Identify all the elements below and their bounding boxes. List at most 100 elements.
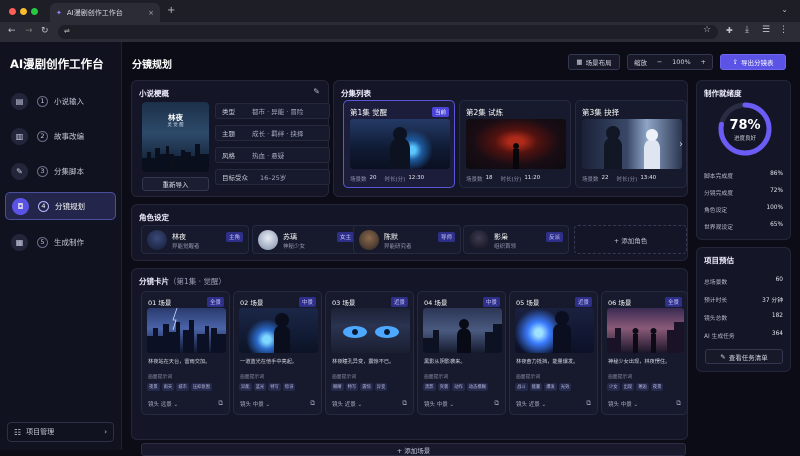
step-number: 1 <box>37 95 48 107</box>
tab-list-icon[interactable]: ⌄ <box>781 5 788 14</box>
zoom-in-button[interactable]: + <box>701 58 706 66</box>
scene-count: 18 <box>485 175 493 181</box>
character-card-yingxiao[interactable]: 影枭 组织首领 反派 <box>463 225 569 254</box>
shot-select[interactable]: 镜头 中景 ⌄ <box>608 400 638 408</box>
copy-icon[interactable]: ⧉ <box>494 399 499 408</box>
scene-thumbnail <box>607 308 684 353</box>
readiness-label: 进度良好 <box>733 136 756 142</box>
book-open-icon: ▤ <box>11 92 28 110</box>
character-card-suli[interactable]: 苏璃 神秘少女 女主 <box>252 225 360 254</box>
copy-icon[interactable]: ⧉ <box>676 399 681 408</box>
copy-icon[interactable]: ⧉ <box>402 399 407 408</box>
scene-label: 05 场景 <box>516 299 540 307</box>
scene-card-06[interactable]: 06 场景 全景 神秘少女出现，林夜愣住。 画面提示词 少女 出现 邂逅 夜景 … <box>601 291 688 415</box>
copy-icon[interactable]: ⧉ <box>586 399 591 408</box>
browser-tab[interactable]: ✦ AI漫剧创作工作台 × <box>50 3 160 22</box>
copy-icon[interactable]: ⧉ <box>310 399 315 408</box>
shot-select[interactable]: 镜头 中景 ⌄ <box>424 400 454 408</box>
sidebar: AI漫剧创作工作台 ▤ 1 小说输入 ▥ 2 故事改编 ✎ 3 分集脚本 ◘ 4… <box>0 42 122 450</box>
shot-badge: 全景 <box>664 297 682 307</box>
reimport-button[interactable]: 重新导入 <box>142 177 209 191</box>
row-value: 60 <box>775 277 783 283</box>
episode-thumbnail <box>582 119 682 169</box>
scene-label: 04 场景 <box>424 299 448 307</box>
scene-label: 03 场景 <box>332 299 356 307</box>
menu-icon[interactable]: ☰ <box>762 25 770 35</box>
scene-count-label: 场景数 <box>350 177 367 183</box>
zoom-out-button[interactable]: − <box>657 58 662 66</box>
scene-description: 黑影从阴影袭来。 <box>424 359 466 365</box>
sidebar-item-storyboard[interactable]: ◘ 4 分镜规划 <box>5 192 116 220</box>
character-card-chenmo[interactable]: 陈默 异能研究者 导师 <box>353 225 461 254</box>
prompt-tags: 黑影 突袭 动作 动态模糊 <box>423 383 488 391</box>
scene-card-01[interactable]: 01 场景 全景 林夜站在天台，雷雨交加。 画面提示词 夜景 雨天 城市 压抑氛… <box>141 291 230 415</box>
site-info-icon[interactable]: ⇌ <box>64 27 70 35</box>
prompt-tag: 压抑氛围 <box>190 383 212 391</box>
episode-stats: 场景数 20 时长(分) 12:30 <box>350 175 450 183</box>
episode-card-1[interactable]: 第1集 觉醒 当前 场景数 20 时长(分) 12:30 <box>343 100 455 188</box>
prompt-label: 画面提示词 <box>424 375 448 380</box>
forward-icon[interactable]: → <box>25 26 33 36</box>
next-episode-icon[interactable]: › <box>679 139 683 150</box>
maximize-window-icon[interactable] <box>31 8 38 15</box>
reload-icon[interactable]: ↻ <box>41 26 49 36</box>
episode-card-3[interactable]: 第3集 抉择 场景数 22 时长(分) 13:40 <box>575 100 687 188</box>
export-storyboard-button[interactable]: ⇪ 导出分镜表 <box>720 54 786 70</box>
prompt-tag: 蓝光 <box>253 383 267 391</box>
new-tab-button[interactable]: + <box>167 5 175 16</box>
scene-label: 02 场景 <box>240 299 264 307</box>
character-card-linye[interactable]: 林夜 异能觉醒者 主角 <box>141 225 249 254</box>
download-icon[interactable]: ⤓ <box>745 25 749 35</box>
shot-select[interactable]: 镜头 中景 ⌄ <box>240 400 270 408</box>
field-key: 主题 <box>222 130 235 138</box>
scene-card-03[interactable]: 03 场景 近景 林夜瞳孔异变，震惊不已。 画面提示词 眼睛 特写 震惊 异变 … <box>325 291 414 415</box>
figure-silhouette <box>553 311 571 353</box>
episode-card-2[interactable]: 第2集 试炼 场景数 18 时长(分) 11:20 <box>459 100 571 188</box>
readiness-row: 角色设定 100% <box>704 205 783 214</box>
prompt-tag: 眼睛 <box>331 383 344 391</box>
scene-count: 20 <box>369 175 377 181</box>
project-management-button[interactable]: ☷ 项目管理 › <box>7 422 114 442</box>
bookmark-star-icon[interactable]: ☆ <box>703 25 711 35</box>
sidebar-item-production[interactable]: ▦ 5 生成制作 <box>5 228 116 256</box>
prompt-tag: 动作 <box>452 383 465 391</box>
scene-description: 一道蓝光在他手中亮起。 <box>240 359 298 365</box>
copy-icon[interactable]: ⧉ <box>218 399 223 408</box>
scene-card-02[interactable]: 02 场景 中景 一道蓝光在他手中亮起。 画面提示词 异能 蓝光 特写 惊讶 镜… <box>233 291 322 415</box>
tab-close-icon[interactable]: × <box>148 9 154 17</box>
back-icon[interactable]: ← <box>8 26 16 36</box>
row-value: 37 分钟 <box>762 298 783 304</box>
url-input[interactable]: ⇌ <box>58 25 718 39</box>
minimize-window-icon[interactable] <box>20 8 27 15</box>
shot-badge: 中景 <box>482 297 500 307</box>
scene-card-05[interactable]: 05 场景 近景 林夜奋力抵挡，能量爆发。 画面提示词 战斗 能量 爆发 光效 … <box>509 291 598 415</box>
scene-thumbnail <box>239 308 318 353</box>
close-window-icon[interactable] <box>9 8 16 15</box>
browser-chrome: ✦ AI漫剧创作工作台 × + ⌄ ← → ↻ ⇌ ☆ ✚ ⤓ ☰ ⋮ <box>0 0 800 42</box>
prompt-tag: 特写 <box>345 383 359 391</box>
avatar <box>469 230 489 250</box>
browser-more-icon[interactable]: ⋮ <box>779 25 788 35</box>
row-value: 65% <box>770 222 783 228</box>
view-task-list-button[interactable]: ✎ 查看任务清单 <box>705 349 783 364</box>
layout-icon: ▦ <box>576 58 583 66</box>
scene-layout-button[interactable]: ▦ 场景布局 <box>568 54 620 70</box>
sidebar-item-episode-script[interactable]: ✎ 3 分集脚本 <box>5 157 116 185</box>
add-character-button[interactable]: + 添加角色 <box>574 225 687 254</box>
extensions-icon[interactable]: ✚ <box>726 26 733 35</box>
row-key: 分镜完成度 <box>704 191 733 197</box>
edit-icon[interactable]: ✎ <box>313 87 320 96</box>
prompt-tag: 城市 <box>176 383 189 391</box>
shot-select[interactable]: 镜头 近景 ⌄ <box>516 400 546 408</box>
shot-select[interactable]: 镜头 远景 ⌄ <box>148 400 178 408</box>
row-value: 72% <box>770 188 783 194</box>
page-title: 分镜规划 <box>132 60 172 71</box>
prompt-tag: 特写 <box>268 383 281 391</box>
prompt-tags: 战斗 能量 爆发 光效 <box>515 383 572 391</box>
shot-select[interactable]: 镜头 近景 ⌄ <box>332 400 362 408</box>
scene-card-04[interactable]: 04 场景 中景 黑影从阴影袭来。 画面提示词 黑影 突袭 动作 动态模糊 镜头… <box>417 291 506 415</box>
step-number: 3 <box>37 165 48 177</box>
sidebar-item-story-adapt[interactable]: ▥ 2 故事改编 <box>5 122 116 150</box>
duration-value: 11:20 <box>524 175 541 181</box>
sidebar-item-novel-input[interactable]: ▤ 1 小说输入 <box>5 87 116 115</box>
